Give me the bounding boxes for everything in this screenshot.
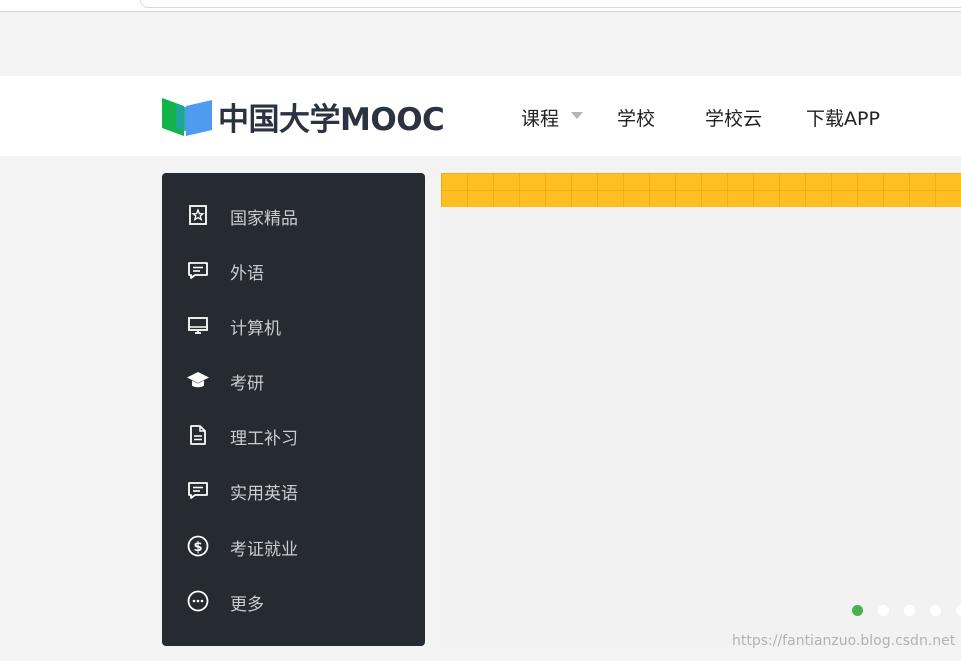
- site-header: 中国大学MOOC 课程 学校 学校云 下载APP: [0, 76, 961, 156]
- svg-text:$: $: [193, 540, 202, 555]
- banner-image-strip: [441, 173, 961, 207]
- carousel-dot-4[interactable]: [930, 605, 941, 616]
- carousel-dot-1[interactable]: [852, 605, 863, 616]
- sidebar-item-foreign-language[interactable]: 外语: [162, 249, 425, 289]
- sidebar-item-label: 实用英语: [230, 484, 298, 504]
- sidebar-item-label: 外语: [230, 264, 264, 284]
- sidebar-item-label: 计算机: [230, 319, 281, 339]
- sidebar-item-computer[interactable]: 计算机: [162, 304, 425, 344]
- nav-school-cloud[interactable]: 学校云: [705, 104, 762, 131]
- logo-text: 中国大学MOOC: [218, 101, 445, 138]
- carousel-banner[interactable]: [441, 173, 961, 646]
- sidebar-item-practical-english[interactable]: 实用英语: [162, 469, 425, 509]
- carousel-dot-3[interactable]: [904, 605, 915, 616]
- nav-download-app[interactable]: 下载APP: [806, 104, 880, 131]
- chevron-down-icon[interactable]: [571, 112, 583, 119]
- watermark-text: https://fantianzuo.blog.csdn.net: [732, 633, 956, 649]
- book-logo-icon: [162, 98, 212, 136]
- carousel-dot-2[interactable]: [878, 605, 889, 616]
- nav-schools[interactable]: 学校: [617, 104, 655, 131]
- sidebar-item-postgraduate[interactable]: 考研: [162, 359, 425, 399]
- more-circle-icon: [187, 590, 209, 612]
- sidebar-item-science-tutoring[interactable]: 理工补习: [162, 414, 425, 454]
- chat-bubble-icon: [188, 262, 208, 279]
- sidebar-item-label: 考研: [230, 374, 264, 394]
- nav-courses[interactable]: 课程: [521, 104, 559, 131]
- address-bar[interactable]: [140, 0, 961, 8]
- monitor-icon: [188, 317, 208, 334]
- chat-bubble-icon: [188, 482, 208, 499]
- sidebar-item-label: 考证就业: [230, 540, 298, 560]
- sidebar-item-label: 国家精品: [230, 209, 298, 229]
- sidebar-item-more[interactable]: 更多: [162, 580, 425, 620]
- site-logo[interactable]: 中国大学MOOC: [162, 96, 445, 138]
- carousel-dot-5[interactable]: [956, 605, 961, 616]
- graduation-cap-icon: [187, 372, 209, 388]
- document-icon: [190, 425, 206, 445]
- category-sidebar: 国家精品 外语 计算机 考研 理工补习 实用英语 $ 考证就业 更多: [162, 173, 425, 646]
- sidebar-item-label: 理工补习: [230, 429, 298, 449]
- sidebar-item-label: 更多: [230, 595, 264, 615]
- browser-chrome: [0, 0, 961, 12]
- sidebar-item-certification-jobs[interactable]: $ 考证就业: [162, 525, 425, 565]
- sidebar-item-national-quality[interactable]: 国家精品: [162, 194, 425, 234]
- star-badge-icon: [189, 205, 207, 225]
- dollar-circle-icon: $: [187, 535, 209, 557]
